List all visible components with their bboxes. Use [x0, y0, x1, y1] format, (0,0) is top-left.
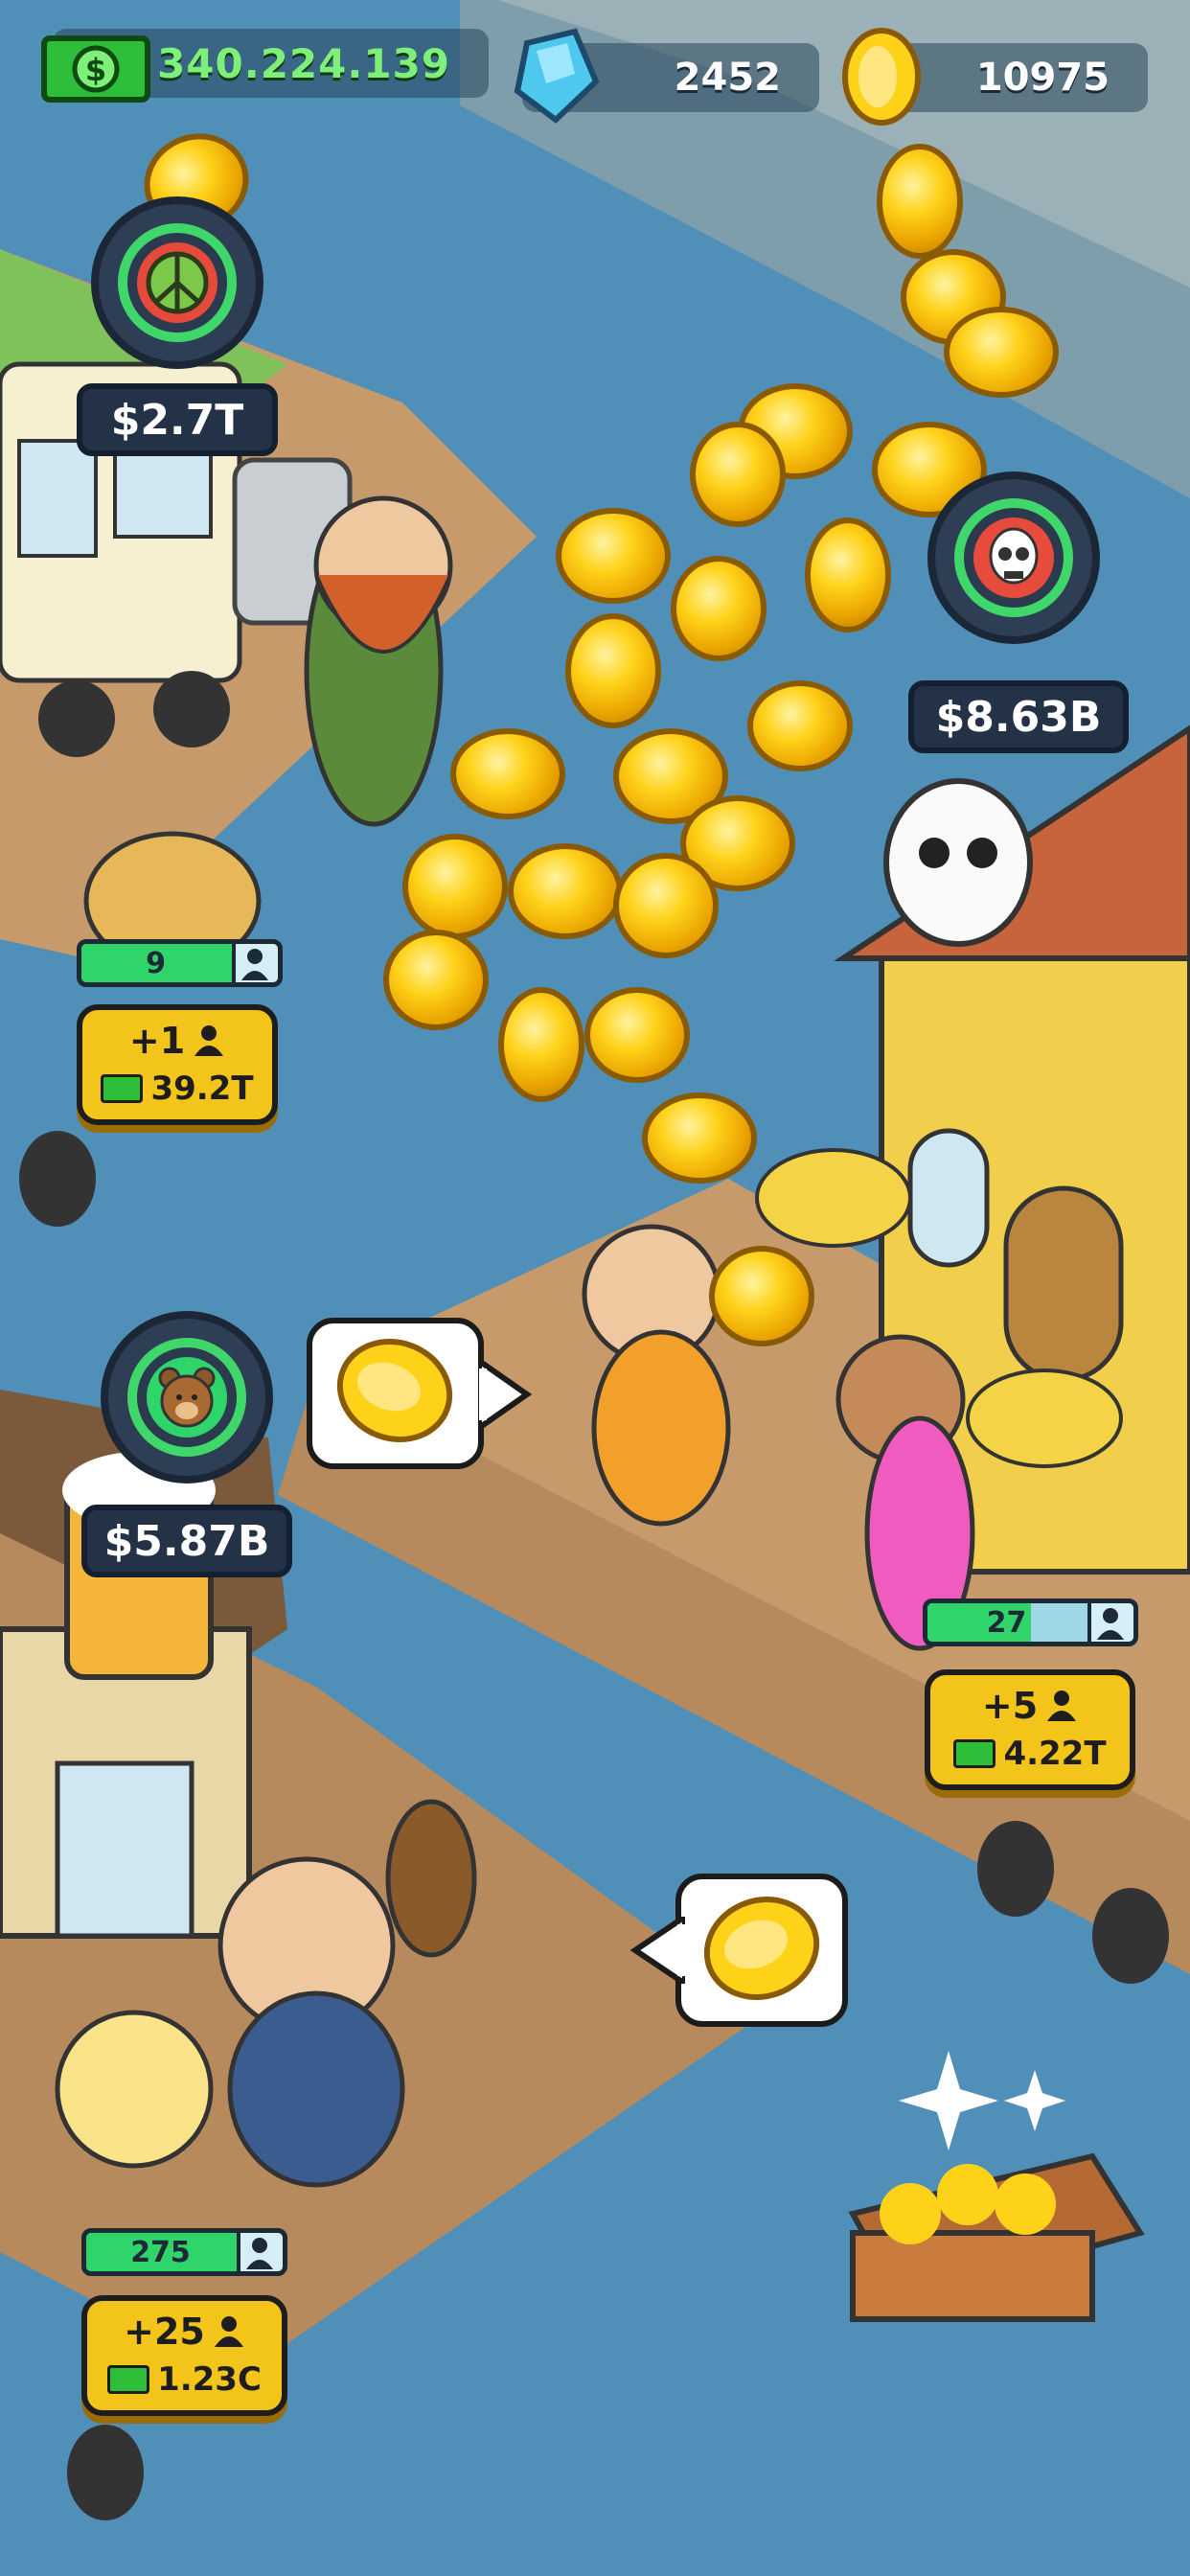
venue-marker-mexican[interactable] — [927, 472, 1100, 682]
staff-count-bar-hippie: 9 — [77, 939, 283, 987]
venue-price-hippie: $2.7T — [77, 383, 278, 456]
money-value: 340.224.139 — [157, 39, 450, 87]
staff-count-bar-lumberjack: 275 — [81, 2228, 287, 2276]
cash-bill-icon — [953, 1739, 996, 1768]
price-text: $8.63B — [935, 692, 1102, 742]
hire-cost: 39.2T — [82, 1070, 272, 1108]
flying-coin — [805, 518, 891, 632]
cash-bill-icon: $ — [38, 25, 153, 109]
venue-price-mexican: $8.63B — [908, 680, 1129, 753]
cash-bill-icon — [107, 2365, 150, 2394]
flying-coin — [747, 680, 853, 771]
flying-coin — [450, 728, 565, 819]
sugar-skull-icon — [973, 518, 1054, 598]
flying-coin — [690, 422, 786, 527]
flying-coin — [402, 834, 508, 939]
flying-coin — [565, 613, 661, 728]
hire-amount: +25 — [87, 2311, 282, 2353]
venue-marker-lumberjack[interactable] — [101, 1311, 273, 1522]
peace-sign-icon — [137, 242, 217, 323]
game-scene: 340.224.139 $ 2452 10975 $2.7T 9 +1 39.2… — [0, 0, 1190, 2576]
person-icon — [1047, 1690, 1077, 1721]
flying-coin — [944, 307, 1059, 398]
flying-coin — [498, 987, 584, 1102]
hire-cost-text: 4.22T — [1003, 1735, 1107, 1773]
person-icon — [214, 2316, 243, 2347]
staff-count-text: 27 — [986, 1605, 1027, 1640]
bubble-tail — [479, 1361, 533, 1428]
gold-coin-icon — [834, 24, 929, 129]
hire-cost: 1.23C — [87, 2360, 282, 2399]
hire-cost-text: 1.23C — [157, 2360, 262, 2399]
hire-amount-text: +25 — [124, 2311, 205, 2353]
staff-count-text: 9 — [146, 946, 166, 980]
flying-coin — [584, 987, 690, 1083]
person-icon — [237, 2233, 283, 2271]
flying-coin — [508, 843, 623, 939]
flying-coin — [642, 1092, 757, 1184]
person-icon — [1087, 1603, 1133, 1642]
staff-count-bar-mexican: 27 — [923, 1598, 1138, 1646]
person-icon — [232, 944, 278, 982]
gold-coin-icon — [703, 1896, 820, 2001]
bubble-tail — [629, 1917, 685, 1984]
flying-coin — [877, 144, 963, 259]
hire-button-hippie[interactable]: +1 39.2T — [77, 1004, 278, 1125]
svg-text:$: $ — [85, 52, 106, 88]
blue-gem-icon — [508, 24, 604, 129]
treasure-chest-icon[interactable] — [843, 2147, 1150, 2338]
hire-amount: +1 — [82, 1020, 272, 1062]
flying-coin — [671, 556, 767, 661]
coin-bubble-lumberjack[interactable] — [675, 1874, 848, 2027]
hire-cost-text: 39.2T — [150, 1070, 254, 1108]
flying-coin — [556, 508, 671, 604]
hire-amount: +5 — [930, 1685, 1130, 1727]
hire-button-mexican[interactable]: +5 4.22T — [925, 1669, 1135, 1790]
cash-bill-icon — [101, 1074, 144, 1103]
hire-button-lumberjack[interactable]: +25 1.23C — [81, 2295, 287, 2416]
price-text: $2.7T — [110, 395, 244, 445]
price-text: $5.87B — [103, 1516, 270, 1566]
coin-bubble-mexican[interactable] — [307, 1318, 484, 1469]
person-icon — [195, 1025, 224, 1056]
venue-price-lumberjack: $5.87B — [81, 1505, 292, 1577]
coin-value: 10975 — [975, 56, 1110, 100]
flying-coin — [709, 1246, 814, 1346]
gold-coin-icon — [336, 1338, 453, 1443]
hire-amount-text: +5 — [981, 1685, 1039, 1727]
bear-icon — [147, 1357, 227, 1438]
staff-count-text: 275 — [130, 2235, 191, 2269]
gem-value: 2452 — [674, 56, 781, 100]
hire-amount-text: +1 — [128, 1020, 186, 1062]
flying-coin — [383, 930, 489, 1030]
flying-coin — [613, 853, 719, 958]
venue-marker-hippie[interactable] — [91, 196, 263, 407]
hire-cost: 4.22T — [930, 1735, 1130, 1773]
